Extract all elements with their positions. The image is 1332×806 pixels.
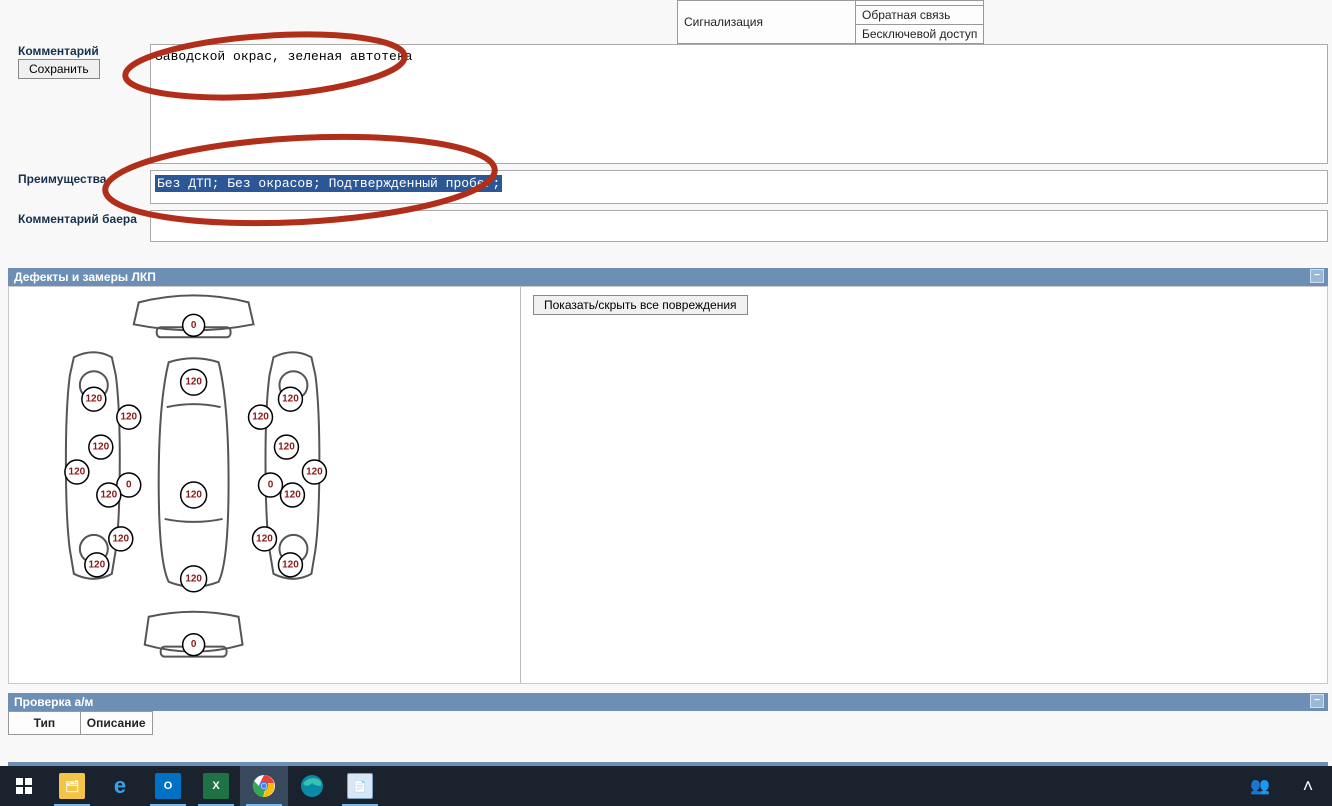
windows-icon <box>16 778 32 794</box>
svg-text:120: 120 <box>282 394 299 405</box>
damage-pane: Показать/скрыть все повреждения <box>523 287 1327 683</box>
taskbar-file-explorer[interactable]: 🗂 <box>48 766 96 806</box>
advantages-textarea[interactable] <box>150 170 1328 204</box>
svg-text:120: 120 <box>278 442 295 453</box>
feature-cell: Бесключевой доступ <box>856 25 984 44</box>
comment-textarea[interactable] <box>150 44 1328 164</box>
chrome-icon <box>252 774 276 798</box>
svg-text:120: 120 <box>120 412 137 423</box>
taskbar-excel[interactable]: X <box>192 766 240 806</box>
car-diagram-pane: 0 120 120 120 120 120 120 120 0 120 120 <box>9 287 521 683</box>
svg-text:120: 120 <box>86 394 103 405</box>
svg-text:120: 120 <box>93 442 110 453</box>
svg-text:0: 0 <box>126 480 132 491</box>
chevron-up-icon: ˄ <box>1303 776 1314 797</box>
taskbar-ie[interactable]: e <box>96 766 144 806</box>
svg-text:120: 120 <box>112 533 129 544</box>
check-col-type: Тип <box>9 712 81 735</box>
svg-text:120: 120 <box>282 559 299 570</box>
save-button[interactable]: Сохранить <box>18 59 100 79</box>
check-table: Тип Описание <box>8 711 153 735</box>
section-collapse-icon[interactable]: − <box>1310 694 1324 708</box>
features-table: Сигнализация Обратная связь Бесключевой … <box>677 0 984 44</box>
feature-cell: Обратная связь <box>856 6 984 25</box>
svg-text:120: 120 <box>185 377 202 388</box>
advantages-label: Преимущества <box>18 172 106 186</box>
feature-group-cell: Сигнализация <box>678 1 856 44</box>
svg-text:120: 120 <box>89 559 106 570</box>
people-icon: 👥 <box>1250 776 1270 796</box>
start-button[interactable] <box>0 766 48 806</box>
buyer-comment-label: Комментарий баера <box>18 212 137 226</box>
ie-icon: e <box>107 773 133 799</box>
svg-text:120: 120 <box>284 489 301 500</box>
excel-icon: X <box>203 773 229 799</box>
svg-text:0: 0 <box>191 639 197 650</box>
outlook-icon: O <box>155 773 181 799</box>
defects-body: 0 120 120 120 120 120 120 120 0 120 120 <box>8 286 1328 684</box>
svg-text:120: 120 <box>252 412 269 423</box>
svg-text:120: 120 <box>306 467 323 478</box>
windows-taskbar[interactable]: 🗂 e O X 📄 <box>0 766 1332 806</box>
taskbar-chrome[interactable] <box>240 766 288 806</box>
defects-section-title: Дефекты и замеры ЛКП <box>14 270 156 284</box>
buyer-comment-textarea[interactable] <box>150 210 1328 242</box>
taskbar-tray-expand[interactable]: ˄ <box>1284 766 1332 806</box>
check-col-desc: Описание <box>80 712 152 735</box>
check-section-title: Проверка а/м <box>14 695 93 709</box>
svg-text:0: 0 <box>191 320 197 331</box>
svg-text:120: 120 <box>100 489 117 500</box>
taskbar-people[interactable]: 👥 <box>1236 766 1284 806</box>
svg-text:120: 120 <box>185 489 202 500</box>
svg-text:0: 0 <box>268 480 274 491</box>
comment-label: Комментарий <box>18 44 99 58</box>
taskbar-outlook[interactable]: O <box>144 766 192 806</box>
folder-icon: 🗂 <box>59 773 85 799</box>
svg-text:120: 120 <box>185 573 202 584</box>
taskbar-edge[interactable] <box>288 766 336 806</box>
svg-text:120: 120 <box>256 533 273 544</box>
taskbar-notepad[interactable]: 📄 <box>336 766 384 806</box>
section-collapse-icon[interactable]: − <box>1310 269 1324 283</box>
notepad-icon: 📄 <box>347 773 373 799</box>
svg-text:120: 120 <box>69 467 86 478</box>
defects-section-header: Дефекты и замеры ЛКП − <box>8 268 1328 286</box>
car-paint-diagram[interactable]: 0 120 120 120 120 120 120 120 0 120 120 <box>9 287 520 683</box>
edge-icon <box>300 774 324 798</box>
toggle-damage-button[interactable]: Показать/скрыть все повреждения <box>533 295 748 315</box>
check-section-header: Проверка а/м − <box>8 693 1328 711</box>
